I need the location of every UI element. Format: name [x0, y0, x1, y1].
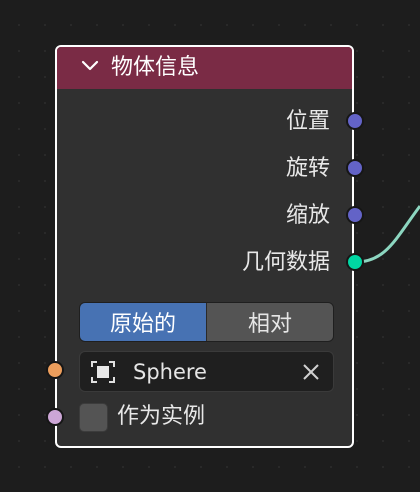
- object-field[interactable]: Sphere: [79, 351, 334, 392]
- toggle-original[interactable]: 原始的: [80, 303, 206, 341]
- output-scale-socket[interactable]: [346, 206, 364, 224]
- output-rotation-socket[interactable]: [346, 159, 364, 177]
- output-geometry-socket[interactable]: [346, 253, 364, 271]
- object-info-node[interactable]: 物体信息 位置 旋转 缩放 几何数据 原始的 相对 Sphere 作为实例: [55, 45, 354, 448]
- object-icon: [91, 361, 115, 383]
- output-geometry-label: 几何数据: [241, 250, 330, 275]
- as-instance-label: 作为实例: [117, 404, 206, 429]
- node-header[interactable]: 物体信息: [57, 47, 352, 89]
- output-rotation-label: 旋转: [285, 156, 330, 181]
- object-name: Sphere: [133, 360, 207, 384]
- input-object-socket[interactable]: [46, 361, 64, 379]
- output-location-label: 位置: [285, 109, 330, 134]
- node-title: 物体信息: [111, 55, 200, 80]
- toggle-relative[interactable]: 相对: [206, 303, 333, 341]
- input-as-instance-socket[interactable]: [46, 408, 64, 426]
- output-scale-label: 缩放: [285, 203, 330, 228]
- output-location-socket[interactable]: [346, 112, 364, 130]
- chevron-down-icon[interactable]: [81, 59, 99, 73]
- close-icon[interactable]: [301, 362, 321, 382]
- as-instance-checkbox[interactable]: [79, 403, 108, 432]
- transform-space-toggle: 原始的 相对: [79, 302, 334, 342]
